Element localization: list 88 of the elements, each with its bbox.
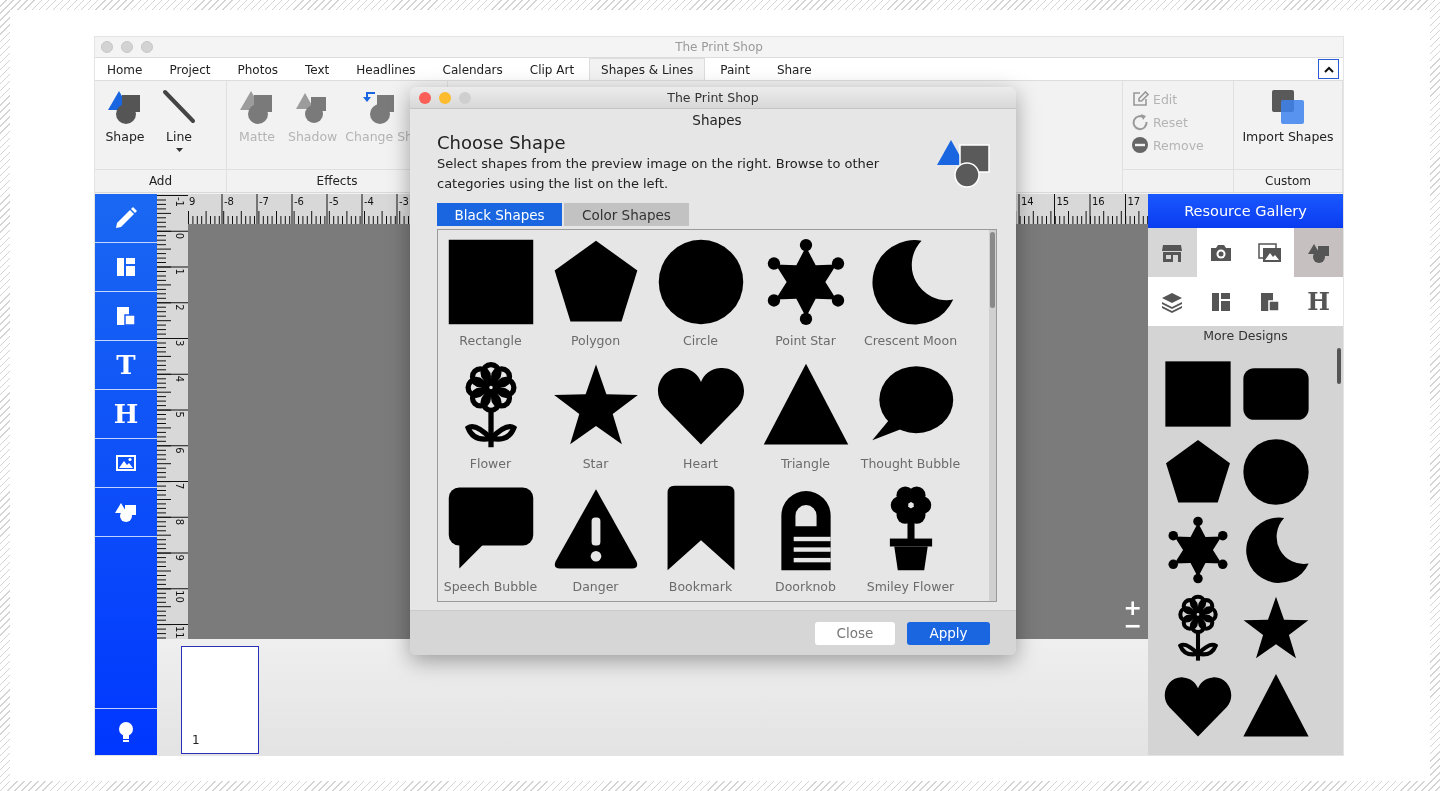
overlapping-squares-icon xyxy=(114,304,138,328)
menu-tab[interactable]: Paint xyxy=(708,58,762,80)
ruler-label: -8 xyxy=(224,196,234,207)
pencil-icon xyxy=(114,206,138,230)
ruler-label: 17 xyxy=(1127,196,1141,207)
ruler-label: 1 xyxy=(174,268,185,275)
menu-tab[interactable]: Share xyxy=(764,58,824,80)
scrollbar[interactable] xyxy=(989,230,996,601)
menu-tab[interactable]: Home xyxy=(95,58,155,80)
menu-tab[interactable]: Text xyxy=(293,58,342,80)
gallery-tab[interactable] xyxy=(1148,228,1197,277)
ruler-label: -6 xyxy=(294,196,304,207)
ruler-label: 5 xyxy=(174,411,185,418)
menu-tab[interactable]: Shapes & Lines xyxy=(589,58,706,80)
zoom-button[interactable]: − xyxy=(1121,617,1144,635)
shape-option[interactable]: Heart xyxy=(648,353,753,476)
ruler-label: 11 xyxy=(174,626,185,639)
shape-option[interactable]: Rectangle xyxy=(438,230,543,353)
shape-option[interactable]: Circle xyxy=(648,230,753,353)
shape-option[interactable]: Danger xyxy=(543,476,648,599)
ruler-label: -1 xyxy=(174,197,185,207)
menu-tab[interactable]: Photos xyxy=(225,58,290,80)
ruler-label: 6 xyxy=(174,447,185,454)
group-label: Add xyxy=(95,169,226,192)
ruler-label: 15 xyxy=(1056,196,1070,207)
shape-option[interactable]: Point Star xyxy=(753,230,858,353)
shape-option[interactable]: Flower xyxy=(438,353,543,476)
ruler-label: 2 xyxy=(174,304,185,311)
ruler-label: 3 xyxy=(174,340,185,347)
ruler-label: 10 xyxy=(174,590,185,603)
ruler-label: 9 xyxy=(189,196,196,207)
group-label: Custom xyxy=(1234,169,1342,192)
ribbon-button[interactable]: Line xyxy=(156,89,202,152)
page-thumbnail[interactable]: 1 xyxy=(181,646,259,754)
ruler-label: 8 xyxy=(174,518,185,526)
gallery-tab[interactable]: H xyxy=(1294,277,1343,326)
scrollbar[interactable] xyxy=(1337,348,1341,384)
remove-icon xyxy=(1131,136,1149,154)
menu-tab[interactable]: Headlines xyxy=(344,58,428,80)
shape-option[interactable]: Bookmark xyxy=(648,476,753,599)
circle-icon xyxy=(1242,438,1310,506)
collapse-button[interactable] xyxy=(1318,59,1339,79)
menu-tab[interactable]: Project xyxy=(157,58,223,80)
triangle-icon xyxy=(1242,672,1310,740)
gallery-tab[interactable] xyxy=(1294,228,1343,277)
zoom-button[interactable]: + xyxy=(1121,599,1144,617)
ruler-label: 0 xyxy=(174,232,185,240)
reset-icon xyxy=(1131,113,1149,131)
photos-icon xyxy=(1257,240,1282,265)
ruler-label: 7 xyxy=(174,483,185,490)
edit-icon xyxy=(1131,90,1149,108)
shapes-icon xyxy=(937,138,991,188)
circle-icon xyxy=(656,238,745,326)
ruler-label: -3 xyxy=(399,196,409,207)
chevron-up-icon xyxy=(1323,65,1334,73)
shape-option[interactable]: Star xyxy=(543,353,648,476)
pentagon-icon xyxy=(1164,438,1232,506)
section-title: More Designs xyxy=(1202,327,1289,345)
ribbon-button[interactable]: Import Shapes xyxy=(1242,89,1334,144)
shape-option[interactable]: Triangle xyxy=(753,353,858,476)
menu-tab[interactable]: Clip Art xyxy=(517,58,587,80)
square-icon xyxy=(446,238,535,326)
shape-category-tab[interactable]: Color Shapes xyxy=(564,203,689,226)
shape-option[interactable]: Speech Bubble xyxy=(438,476,543,599)
ruler-label: 4 xyxy=(174,375,185,383)
square-icon xyxy=(1164,360,1232,428)
shape-category-tab[interactable]: Black Shapes xyxy=(437,203,562,226)
ruler-label: 9 xyxy=(174,554,185,561)
apply-button[interactable]: Apply xyxy=(907,621,990,645)
layout-icon xyxy=(114,255,138,279)
section-title: Choose Shape xyxy=(437,132,567,154)
shape-option[interactable]: Smiley Flower xyxy=(858,476,963,599)
shape-option[interactable]: Crescent Moon xyxy=(858,230,963,353)
close-button[interactable]: Close xyxy=(815,621,895,645)
window-title: The Print Shop xyxy=(675,40,763,54)
shape-option[interactable]: Polygon xyxy=(543,230,648,353)
ruler-label: 14 xyxy=(1021,196,1034,207)
ruler-label: -4 xyxy=(364,196,374,207)
ruler-label: -5 xyxy=(329,196,339,207)
dialog-heading: Shapes xyxy=(692,112,742,128)
ruler-label: 16 xyxy=(1092,196,1105,207)
menu-tab[interactable]: Calendars xyxy=(430,58,515,80)
shape-option[interactable]: Thought Bubble xyxy=(858,353,963,476)
dialog-title: The Print Shop xyxy=(667,90,759,105)
shape-option[interactable]: Doorknob xyxy=(753,476,858,599)
ribbon-button[interactable]: Shape xyxy=(102,89,148,144)
panel-title: Resource Gallery xyxy=(1148,194,1343,228)
ruler-label: -7 xyxy=(259,196,269,207)
